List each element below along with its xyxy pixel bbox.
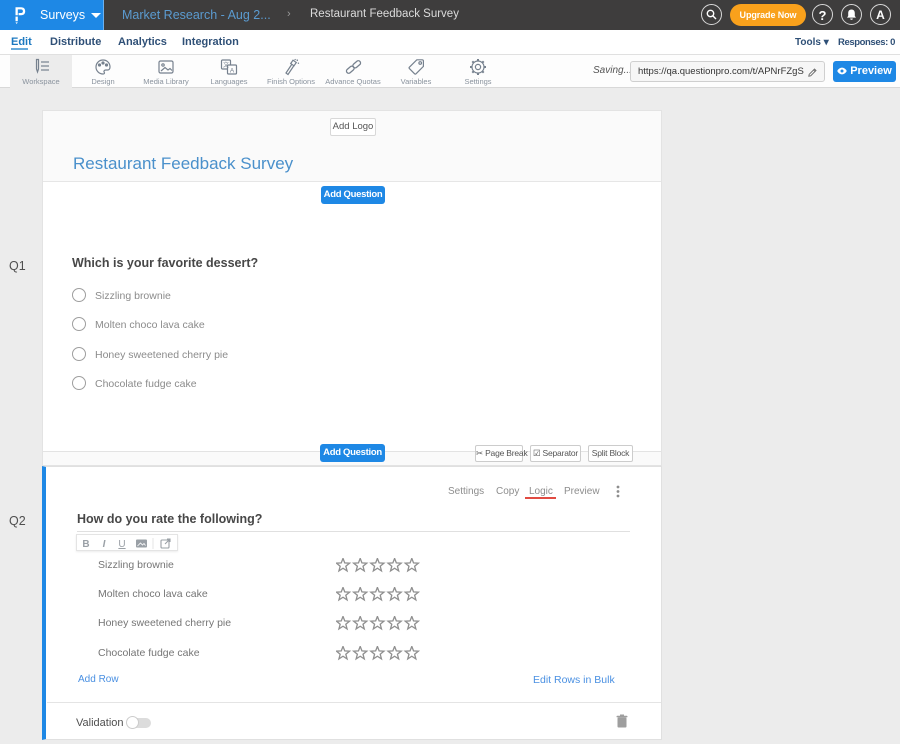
svg-text:I: I [103,539,106,550]
svg-text:A: A [230,67,235,74]
svg-text:U: U [118,539,125,550]
svg-text:B: B [82,539,89,550]
svg-text:文: 文 [223,61,229,69]
